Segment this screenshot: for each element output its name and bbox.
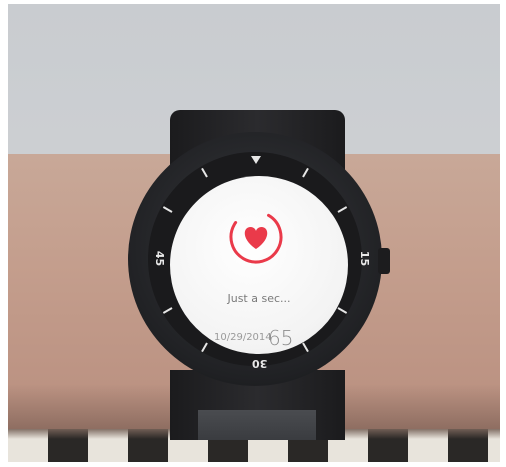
date-text: 10/29/2014 bbox=[214, 332, 272, 343]
bezel-label-45: 45 bbox=[153, 250, 167, 267]
triangle-marker-icon bbox=[251, 156, 261, 164]
reading-number: 65 bbox=[268, 326, 294, 350]
heart-icon bbox=[244, 227, 268, 249]
bezel-label-15: 15 bbox=[358, 250, 372, 267]
crown-button[interactable] bbox=[378, 248, 390, 274]
heart-rate-icon bbox=[229, 210, 283, 264]
bezel-label-30: 30 bbox=[252, 357, 268, 370]
watch-screen[interactable]: Just a sec... 10/29/2014 65 bbox=[170, 176, 348, 354]
watch-strap-loop bbox=[198, 410, 316, 440]
status-text: Just a sec... bbox=[227, 292, 291, 305]
